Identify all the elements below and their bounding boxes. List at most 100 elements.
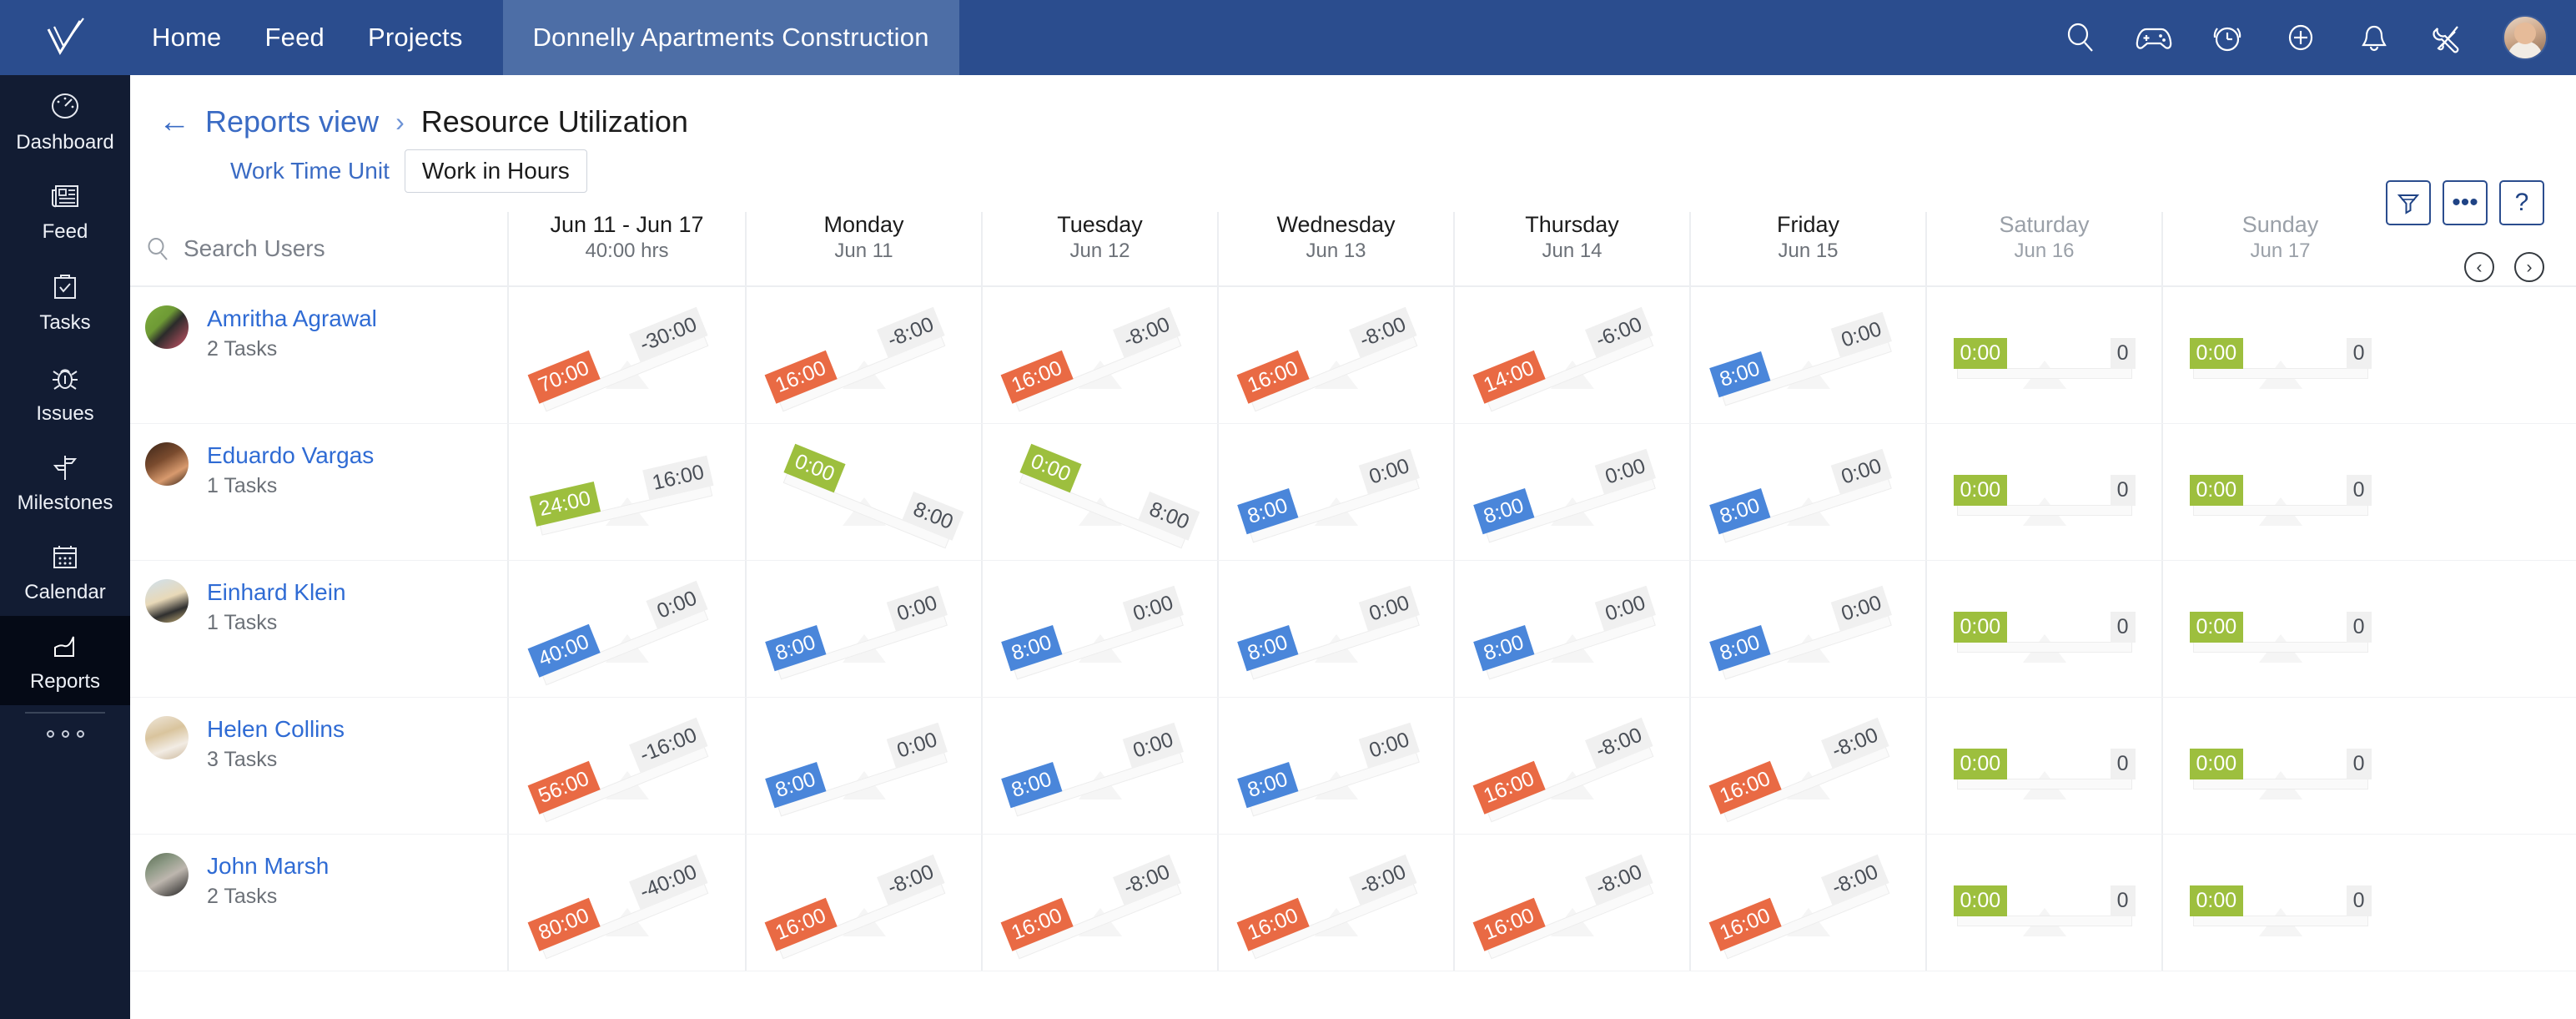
column-header-thursday[interactable]: Thursday Jun 14	[1453, 212, 1689, 285]
work-time-unit-value[interactable]: Work in Hours	[404, 149, 587, 193]
column-subtitle-total: 40:00 hrs	[585, 240, 669, 263]
balance-scale-icon: 16:00 -8:00	[1708, 854, 1896, 960]
avatar[interactable]	[145, 579, 189, 623]
user-cell: Eduardo Vargas 1 Tasks	[130, 424, 507, 560]
user-avatar[interactable]	[2503, 15, 2548, 60]
utilization-cell-thursday[interactable]: 8:00 0:00	[1453, 424, 1689, 560]
beam	[1956, 642, 2132, 653]
sidebar-item-dashboard[interactable]: Dashboard	[0, 75, 130, 166]
utilization-cell-wednesday[interactable]: 16:00 -8:00	[1217, 835, 1453, 971]
notifications-button[interactable]	[2337, 0, 2411, 75]
sidebar-item-tasks[interactable]: Tasks	[0, 255, 130, 346]
user-name-link[interactable]: John Marsh	[207, 853, 329, 880]
column-header-saturday[interactable]: Saturday Jun 16	[1925, 212, 2161, 285]
utilization-cell-sunday[interactable]: 0:00 0	[2161, 835, 2397, 971]
sidebar-more-button[interactable]	[46, 714, 84, 738]
user-name-link[interactable]: Helen Collins	[207, 716, 345, 743]
remaining-hours-badge: 0	[2346, 748, 2372, 779]
tools-button[interactable]	[2411, 0, 2484, 75]
utilization-cell-sunday[interactable]: 0:00 0	[2161, 287, 2397, 423]
column-header-wednesday[interactable]: Wednesday Jun 13	[1217, 212, 1453, 285]
column-header-tuesday[interactable]: Tuesday Jun 12	[981, 212, 1217, 285]
utilization-cell-wednesday[interactable]: 16:00 -8:00	[1217, 287, 1453, 423]
utilization-cell-saturday[interactable]: 0:00 0	[1925, 835, 2161, 971]
utilization-cell-monday[interactable]: 16:00 -8:00	[745, 835, 981, 971]
topnav-current-project[interactable]: Donnelly Apartments Construction	[502, 0, 959, 75]
remaining-hours-badge: 0	[2110, 474, 2136, 506]
sidebar-item-issues[interactable]: Issues	[0, 346, 130, 437]
app-logo[interactable]	[0, 0, 130, 75]
column-header-monday[interactable]: Monday Jun 11	[745, 212, 981, 285]
balance-scale-icon: 16:00 -8:00	[763, 306, 952, 412]
utilization-cell-tuesday[interactable]: 8:00 0:00	[981, 561, 1217, 697]
utilization-cell-wednesday[interactable]: 8:00 0:00	[1217, 424, 1453, 560]
add-button[interactable]	[2264, 0, 2337, 75]
utilization-cell-friday[interactable]: 8:00 0:00	[1689, 561, 1925, 697]
utilization-cell-monday[interactable]: 8:00 0:00	[745, 561, 981, 697]
clipboard-check-icon	[54, 275, 76, 299]
avatar[interactable]	[145, 853, 189, 896]
utilization-cell-monday[interactable]: 8:00 0:00	[745, 698, 981, 834]
user-name-link[interactable]: Eduardo Vargas	[207, 442, 374, 469]
timer-button[interactable]	[2191, 0, 2264, 75]
balance-scale-icon: 16:00 -8:00	[1235, 854, 1424, 960]
topnav-item-projects[interactable]: Projects	[346, 0, 485, 75]
more-dot-1	[46, 730, 54, 738]
column-header-sunday[interactable]: Sunday Jun 17	[2161, 212, 2397, 285]
utilization-cell-saturday[interactable]: 0:00 0	[1925, 287, 2161, 423]
column-header-total[interactable]: Jun 11 - Jun 17 40:00 hrs	[507, 212, 745, 285]
utilization-cell-monday[interactable]: 0:00 8:00	[745, 424, 981, 560]
utilization-cell-tuesday[interactable]: 16:00 -8:00	[981, 287, 1217, 423]
sidebar-item-calendar[interactable]: Calendar	[0, 527, 130, 616]
utilization-cell-thursday[interactable]: 8:00 0:00	[1453, 561, 1689, 697]
sidebar-item-milestones[interactable]: Milestones	[0, 437, 130, 527]
utilization-cell-tuesday[interactable]: 16:00 -8:00	[981, 835, 1217, 971]
back-arrow-icon[interactable]: ←	[158, 106, 190, 138]
utilization-cell-wednesday[interactable]: 8:00 0:00	[1217, 698, 1453, 834]
utilization-cell-sunday[interactable]: 0:00 0	[2161, 698, 2397, 834]
utilization-cell-friday[interactable]: 16:00 -8:00	[1689, 835, 1925, 971]
utilization-cell-monday[interactable]: 16:00 -8:00	[745, 287, 981, 423]
avatar[interactable]	[145, 305, 189, 349]
utilization-cell-wednesday[interactable]: 8:00 0:00	[1217, 561, 1453, 697]
avatar[interactable]	[145, 716, 189, 759]
user-name-link[interactable]: Amritha Agrawal	[207, 305, 377, 332]
work-time-unit-bar: Work Time Unit Work in Hours	[130, 147, 2576, 195]
work-time-unit-label[interactable]: Work Time Unit	[230, 158, 390, 184]
utilization-cell-tuesday[interactable]: 0:00 8:00	[981, 424, 1217, 560]
utilization-cell-total[interactable]: 56:00 -16:00	[507, 698, 745, 834]
search-users-input[interactable]	[184, 235, 459, 262]
search-button[interactable]	[2044, 0, 2117, 75]
sidebar-item-feed[interactable]: Feed	[0, 166, 130, 255]
topnav-item-feed[interactable]: Feed	[244, 0, 346, 75]
utilization-cell-friday[interactable]: 8:00 0:00	[1689, 424, 1925, 560]
utilization-cell-total[interactable]: 24:00 16:00	[507, 424, 745, 560]
utilization-cell-total[interactable]: 70:00 -30:00	[507, 287, 745, 423]
column-header-friday[interactable]: Friday Jun 15	[1689, 212, 1925, 285]
allocated-hours-badge: 0:00	[2189, 885, 2244, 916]
utilization-cell-thursday[interactable]: 16:00 -8:00	[1453, 698, 1689, 834]
utilization-cell-saturday[interactable]: 0:00 0	[1925, 424, 2161, 560]
utilization-cell-sunday[interactable]: 0:00 0	[2161, 561, 2397, 697]
sidebar-item-reports[interactable]: Reports	[0, 616, 130, 705]
utilization-cell-sunday[interactable]: 0:00 0	[2161, 424, 2397, 560]
beam-group: 16:00 -8:00	[1708, 716, 1889, 823]
breadcrumb-reports-view[interactable]: Reports view	[205, 104, 379, 139]
utilization-cell-thursday[interactable]: 16:00 -8:00	[1453, 835, 1689, 971]
utilization-cell-total[interactable]: 40:00 0:00	[507, 561, 745, 697]
more-dot-3	[76, 730, 84, 738]
area-chart-icon	[54, 636, 74, 657]
topnav-item-home[interactable]: Home	[130, 0, 244, 75]
utilization-cell-tuesday[interactable]: 8:00 0:00	[981, 698, 1217, 834]
games-button[interactable]	[2117, 0, 2191, 75]
utilization-cell-thursday[interactable]: 14:00 -6:00	[1453, 287, 1689, 423]
utilization-cell-total[interactable]: 80:00 -40:00	[507, 835, 745, 971]
avatar[interactable]	[145, 442, 189, 486]
utilization-cell-friday[interactable]: 16:00 -8:00	[1689, 698, 1925, 834]
balance-scale-icon: 16:00 -8:00	[1235, 306, 1424, 412]
beam-group: 16:00 -8:00	[999, 853, 1181, 960]
utilization-cell-saturday[interactable]: 0:00 0	[1925, 698, 2161, 834]
user-name-link[interactable]: Einhard Klein	[207, 579, 346, 606]
utilization-cell-friday[interactable]: 8:00 0:00	[1689, 287, 1925, 423]
utilization-cell-saturday[interactable]: 0:00 0	[1925, 561, 2161, 697]
